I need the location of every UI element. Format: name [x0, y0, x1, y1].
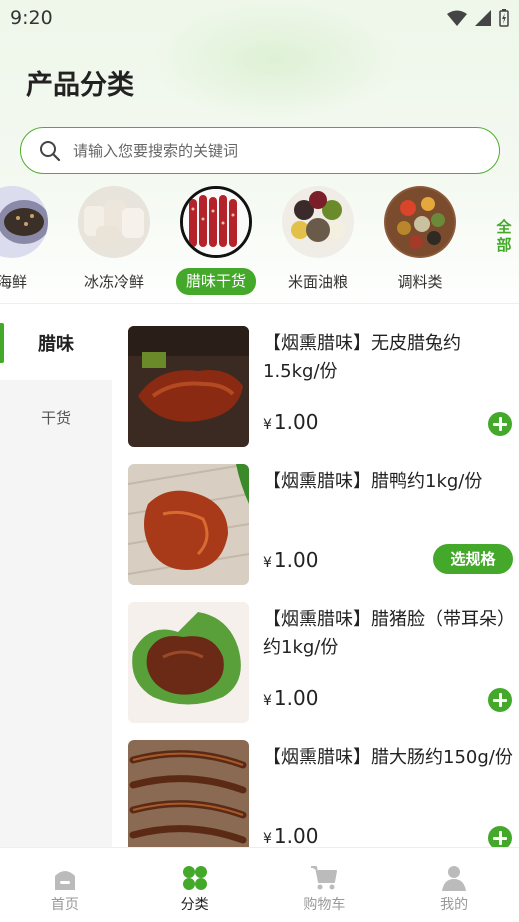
tab-label: 首页: [50, 897, 79, 913]
tab-cart[interactable]: 购物车: [260, 848, 390, 922]
bottom-tab-bar: 首页 分类 购物车 我的: [0, 847, 519, 922]
product-price: ¥1.00: [263, 410, 318, 434]
category-cured-meat[interactable]: 腊味干货: [176, 186, 256, 295]
search-bar[interactable]: [20, 127, 500, 174]
price-value: 1.00: [273, 548, 319, 572]
product-image: [128, 740, 249, 847]
category-label: 海鲜: [0, 273, 27, 291]
wifi-icon: [447, 10, 467, 26]
currency-symbol: ¥: [263, 831, 272, 847]
category-label: 调料类: [397, 273, 443, 291]
sidebar-item-cured[interactable]: 腊味: [0, 305, 112, 380]
category-spice[interactable]: 调料类: [380, 186, 460, 294]
product-name: 【烟熏腊味】无皮腊兔约1.5kg/份: [263, 333, 461, 382]
search-icon: [40, 140, 61, 161]
cured-meat-thumb: [180, 186, 252, 258]
divider: [0, 303, 519, 304]
status-time: 9:20: [10, 7, 53, 29]
grain-thumb: [282, 186, 354, 258]
frozen-thumb: [78, 186, 150, 258]
product-card[interactable]: 【烟熏腊味】腊鸭约1kg/份 ¥1.00 选规格: [128, 464, 513, 586]
category-seafood[interactable]: 海鲜: [0, 186, 52, 294]
product-price: ¥1.00: [263, 824, 318, 847]
add-to-cart-icon[interactable]: [488, 412, 512, 436]
category-label: 米面油粮: [287, 273, 348, 291]
home-icon: [54, 871, 75, 890]
add-to-cart-icon[interactable]: [488, 688, 512, 712]
profile-icon: [442, 866, 467, 891]
category-label: 冰冻冷鲜: [83, 273, 144, 291]
all-categories-button[interactable]: 全部: [494, 218, 514, 254]
price-value: 1.00: [273, 410, 319, 434]
product-card[interactable]: 【烟熏腊味】无皮腊兔约1.5kg/份 ¥1.00: [128, 326, 513, 448]
tab-label: 我的: [440, 897, 469, 913]
tab-label: 购物车: [303, 897, 346, 913]
category-icon: [182, 866, 207, 890]
currency-symbol: ¥: [263, 693, 272, 709]
product-card[interactable]: 【烟熏腊味】腊大肠约150g/份 ¥1.00: [128, 740, 513, 847]
category-grain[interactable]: 米面油粮: [278, 186, 358, 294]
product-name: 【烟熏腊味】腊鸭约1kg/份: [263, 471, 483, 492]
status-bar: 9:20: [0, 0, 519, 36]
product-name: 【烟熏腊味】腊大肠约150g/份: [263, 747, 513, 768]
sidebar-item-dried[interactable]: 干货: [0, 380, 112, 455]
spice-thumb: [384, 186, 456, 258]
product-image: [128, 602, 249, 723]
currency-symbol: ¥: [263, 555, 272, 571]
page-title: 产品分类: [26, 70, 134, 101]
seafood-thumb: [0, 186, 48, 258]
price-value: 1.00: [273, 686, 319, 710]
cart-icon: [311, 866, 338, 890]
status-icons: [447, 9, 509, 27]
product-price: ¥1.00: [263, 548, 318, 572]
add-to-cart-icon[interactable]: [488, 826, 512, 847]
category-strip: 海鲜 冰冻冷鲜 腊味干货 米面油粮 调料类: [0, 186, 490, 301]
price-value: 1.00: [273, 824, 319, 847]
category-label: 腊味干货: [176, 268, 256, 295]
signal-icon: [475, 10, 491, 26]
category-frozen[interactable]: 冰冻冷鲜: [74, 186, 154, 294]
sidebar: 腊味 干货: [0, 305, 112, 847]
currency-symbol: ¥: [263, 417, 272, 433]
product-image: [128, 326, 249, 447]
product-price: ¥1.00: [263, 686, 318, 710]
product-card[interactable]: 【烟熏腊味】腊猪脸（带耳朵）约1kg/份 ¥1.00: [128, 602, 513, 724]
tab-category[interactable]: 分类: [130, 848, 260, 922]
search-input[interactable]: [73, 141, 453, 160]
product-name: 【烟熏腊味】腊猪脸（带耳朵）约1kg/份: [263, 609, 506, 658]
battery-icon: [499, 9, 509, 27]
select-spec-button[interactable]: 选规格: [433, 544, 513, 574]
product-image: [128, 464, 249, 585]
tab-profile[interactable]: 我的: [389, 848, 519, 922]
tab-home[interactable]: 首页: [0, 848, 130, 922]
tab-label: 分类: [180, 897, 209, 913]
product-list: 【烟熏腊味】无皮腊兔约1.5kg/份 ¥1.00 【烟熏腊味】腊鸭约1kg/份 …: [112, 305, 519, 847]
